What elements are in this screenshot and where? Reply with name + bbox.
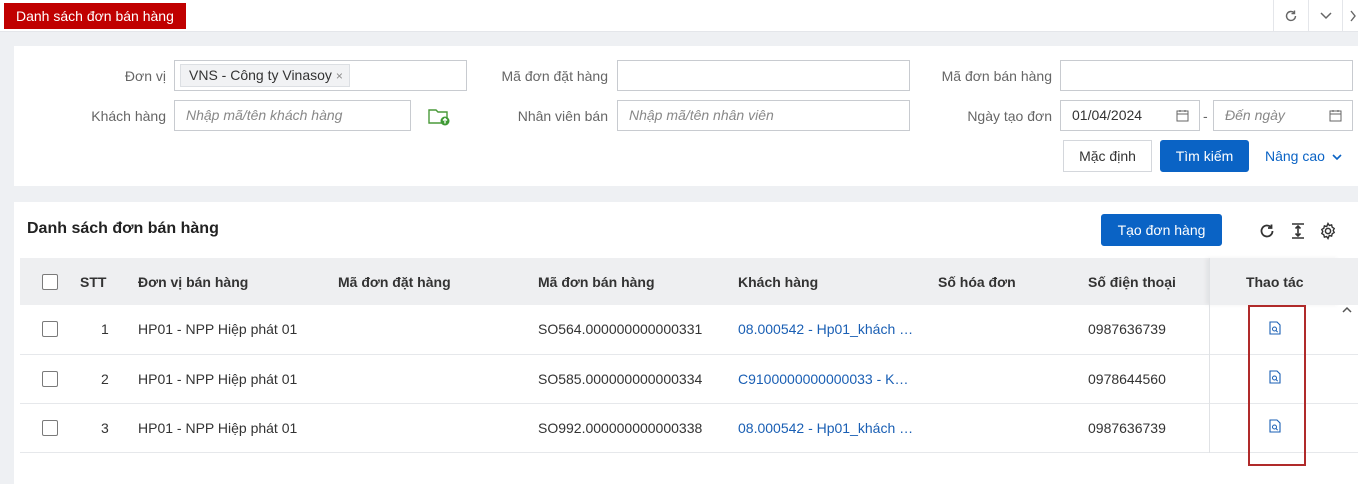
table-row: 1 HP01 - NPP Hiệp phát 01 SO564.00000000…	[20, 305, 1358, 354]
orders-table: STT Đơn vị bán hàng Mã đơn đặt hàng Mã đ…	[20, 258, 1358, 453]
col-thao-tac: Thao tác	[1208, 258, 1340, 305]
nhan-vien-ban-input[interactable]: Nhập mã/tên nhân viên	[617, 100, 910, 131]
row-stt: 3	[101, 419, 109, 436]
tu-ngay-input[interactable]: 01/04/2024	[1060, 100, 1200, 131]
folder-upload-icon[interactable]	[428, 107, 452, 127]
ma-don-ban-hang-input[interactable]	[1060, 60, 1353, 91]
mac-dinh-button[interactable]: Mặc định	[1063, 140, 1152, 172]
row-don-vi: HP01 - NPP Hiệp phát 01	[138, 370, 298, 387]
table-header: STT Đơn vị bán hàng Mã đơn đặt hàng Mã đ…	[20, 258, 1358, 305]
row-so-hoa-don	[938, 403, 1088, 452]
table-row: 3 HP01 - NPP Hiệp phát 01 SO992.00000000…	[20, 403, 1358, 452]
col-stt: STT	[80, 273, 107, 290]
view-document-icon[interactable]	[1269, 321, 1281, 335]
ma-don-dat-hang-input[interactable]	[617, 60, 910, 91]
don-vi-chip: VNS - Công ty Vinasoy ×	[180, 64, 350, 87]
col-so-hoa-don: Số hóa đơn	[938, 273, 1016, 290]
row-height-icon[interactable]	[1287, 220, 1309, 242]
col-khach-hang: Khách hàng	[738, 273, 819, 290]
row-sdt: 0978644560	[1088, 370, 1166, 387]
row-ma-ban: SO564.000000000000331	[538, 321, 703, 338]
row-ma-dat	[338, 305, 538, 354]
scroll-up-arrow-icon[interactable]	[1342, 306, 1354, 318]
tim-kiem-button[interactable]: Tìm kiếm	[1160, 140, 1249, 172]
chevron-down-icon[interactable]	[1308, 0, 1342, 32]
row-so-hoa-don	[938, 305, 1088, 354]
row-don-vi: HP01 - NPP Hiệp phát 01	[138, 419, 298, 436]
chip-remove-icon[interactable]: ×	[336, 69, 343, 83]
col-ma-don-dat-hang: Mã đơn đặt hàng	[338, 273, 451, 290]
row-ma-ban: SO992.000000000000338	[538, 419, 703, 436]
row-don-vi: HP01 - NPP Hiệp phát 01	[138, 321, 298, 338]
reload-icon[interactable]	[1256, 220, 1278, 242]
nang-cao-link[interactable]: Nâng cao	[1265, 140, 1342, 172]
ngay-tao-don-label: Ngày tạo đơn	[967, 108, 1052, 124]
calendar-icon[interactable]	[1329, 109, 1342, 122]
row-ma-dat	[338, 354, 538, 403]
chevron-down-icon	[1332, 154, 1342, 161]
khach-hang-input[interactable]: Nhập mã/tên khách hàng	[174, 100, 411, 131]
col-don-vi-ban-hang: Đơn vị bán hàng	[138, 273, 249, 290]
row-checkbox[interactable]	[42, 419, 58, 436]
row-so-hoa-don	[938, 354, 1088, 403]
list-panel: Danh sách đơn bán hàng Tạo đơn hàng STT …	[14, 202, 1358, 484]
calendar-icon[interactable]	[1176, 109, 1189, 122]
col-ma-don-ban-hang: Mã đơn bán hàng	[538, 273, 655, 290]
row-ma-ban: SO585.000000000000334	[538, 370, 703, 387]
don-vi-label: Đơn vị	[124, 68, 166, 84]
refresh-icon[interactable]	[1273, 0, 1307, 32]
row-khach-hang-link[interactable]: 08.000542 - Hp01_khách …	[738, 305, 938, 354]
don-vi-select[interactable]: VNS - Công ty Vinasoy ×	[174, 60, 467, 91]
row-khach-hang-link[interactable]: 08.000542 - Hp01_khách …	[738, 403, 938, 452]
ma-don-dat-hang-label: Mã đơn đặt hàng	[501, 68, 608, 84]
row-stt: 1	[101, 321, 109, 338]
date-separator: -	[1203, 108, 1208, 124]
view-document-icon[interactable]	[1269, 370, 1281, 384]
row-khach-hang-link[interactable]: C9100000000000033 - K…	[738, 354, 938, 403]
view-document-icon[interactable]	[1269, 419, 1281, 433]
top-bar: Danh sách đơn bán hàng	[0, 0, 1358, 32]
ma-don-ban-hang-label: Mã đơn bán hàng	[941, 68, 1052, 84]
khach-hang-label: Khách hàng	[91, 108, 166, 124]
row-sdt: 0987636739	[1088, 419, 1166, 436]
row-ma-dat	[338, 403, 538, 452]
more-icon[interactable]	[1342, 0, 1358, 32]
filter-panel: Đơn vị VNS - Công ty Vinasoy × Mã đơn đặt…	[14, 46, 1358, 186]
col-so-dien-thoai: Số điện thoại	[1088, 273, 1176, 290]
row-checkbox[interactable]	[42, 370, 58, 387]
list-title: Danh sách đơn bán hàng	[27, 220, 219, 237]
table-row: 2 HP01 - NPP Hiệp phát 01 SO585.00000000…	[20, 354, 1358, 403]
row-checkbox[interactable]	[42, 321, 58, 338]
nhan-vien-ban-label: Nhân viên bán	[517, 108, 608, 124]
select-all-checkbox[interactable]	[42, 273, 58, 290]
tao-don-hang-button[interactable]: Tạo đơn hàng	[1101, 214, 1222, 246]
den-ngay-input[interactable]: Đến ngày	[1213, 100, 1353, 131]
settings-gear-icon[interactable]	[1317, 220, 1339, 242]
row-sdt: 0987636739	[1088, 321, 1166, 338]
tab-danh-sach-don-ban-hang[interactable]: Danh sách đơn bán hàng	[4, 3, 186, 29]
row-stt: 2	[101, 370, 109, 387]
